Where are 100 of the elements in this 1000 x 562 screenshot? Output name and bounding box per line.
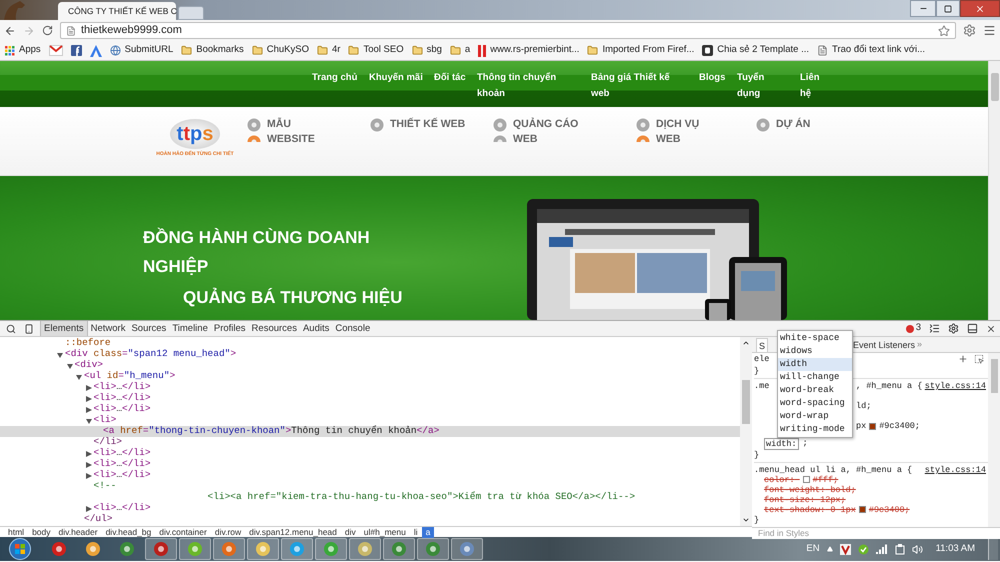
nav-link[interactable]: Blogs <box>699 70 737 86</box>
color-swatch[interactable] <box>802 476 810 484</box>
breadcrumb-item[interactable]: body <box>28 526 54 538</box>
breadcrumb-item[interactable]: a <box>422 526 434 538</box>
dom-node[interactable]: </ul> <box>0 514 740 525</box>
add-rule-icon[interactable] <box>958 354 968 364</box>
nav-link[interactable]: Khuyến mãi <box>369 70 434 86</box>
breadcrumb-item[interactable]: div.container <box>155 526 211 538</box>
envelope-icon[interactable] <box>48 45 63 56</box>
devtools-tab[interactable]: Sources <box>128 321 170 336</box>
dom-node[interactable]: <li>…</li> <box>0 459 740 470</box>
source-link[interactable]: style.css:14 <box>924 381 986 391</box>
bookmark-item[interactable]: Bookmarks <box>181 43 244 58</box>
device-mode-icon[interactable] <box>24 324 34 334</box>
nav-link[interactable]: Tuyển dụng <box>737 70 775 102</box>
taskbar-button[interactable] <box>417 538 449 560</box>
browser-tab[interactable]: CÔNG TY THIẾT KẾ WEB C <box>58 2 176 20</box>
volume-icon[interactable] <box>912 544 923 554</box>
element-state-icon[interactable] <box>974 354 984 364</box>
collapsed-arrow-icon[interactable] <box>86 384 92 390</box>
collapsed-arrow-icon[interactable] <box>86 450 92 456</box>
console-drawer-icon[interactable] <box>929 323 940 334</box>
inspect-search-icon[interactable] <box>6 324 16 334</box>
check-shield-icon[interactable] <box>858 544 869 554</box>
nav-link[interactable]: Trang chủ <box>312 70 369 86</box>
taskbar-button[interactable] <box>179 538 211 560</box>
breadcrumb-item[interactable]: li <box>410 526 422 538</box>
taskbar-button[interactable] <box>247 538 279 560</box>
dom-node[interactable]: </li> <box>0 437 740 448</box>
property-declaration[interactable]: text-shadow: 0 1px #9c3400; <box>764 505 910 515</box>
maximize-button[interactable] <box>936 0 960 17</box>
taskbar-button[interactable] <box>383 538 415 560</box>
scrollbar-thumb[interactable] <box>742 380 750 424</box>
property-declaration[interactable]: color: #fff; <box>764 475 838 485</box>
shield-app-icon[interactable] <box>840 544 851 554</box>
color-swatch[interactable] <box>869 422 876 430</box>
bookmark-item[interactable]: www.rs-premierbint... <box>478 43 580 58</box>
menu-link[interactable]: MẪU WEBSITE <box>267 117 319 147</box>
facebook-icon[interactable] <box>70 45 82 56</box>
menu-icon[interactable] <box>983 24 996 37</box>
bookmark-item[interactable]: Chia sẻ 2 Template ... <box>702 43 810 58</box>
scrollbar-thumb[interactable] <box>990 73 998 101</box>
breadcrumb-item[interactable]: html <box>4 526 28 538</box>
taskbar-button[interactable] <box>349 538 381 560</box>
back-icon[interactable] <box>4 24 16 36</box>
collapsed-arrow-icon[interactable] <box>86 472 92 478</box>
breadcrumb-item[interactable]: div.header <box>54 526 102 538</box>
dom-node[interactable]: <li> <box>0 415 740 426</box>
dom-node[interactable]: <li>…</li> <box>0 382 740 393</box>
find-in-styles-field[interactable]: Find in Styles <box>752 527 1000 539</box>
collapsed-arrow-icon[interactable] <box>86 462 92 468</box>
address-bar[interactable]: thietkeweb9999.com <box>60 22 956 39</box>
scrollbar-thumb[interactable] <box>990 359 998 393</box>
bookmark-item[interactable]: ChuKySO <box>252 43 309 58</box>
dom-node[interactable]: <div> <box>0 360 740 371</box>
elements-scrollbar[interactable] <box>740 337 752 526</box>
bookmark-item[interactable]: Apps <box>5 43 41 58</box>
bookmark-item[interactable]: sbg <box>412 43 442 58</box>
devtools-tab[interactable]: Console <box>332 321 374 336</box>
autocomplete-option[interactable]: will-change <box>778 371 852 384</box>
expanded-arrow-icon[interactable] <box>86 418 92 424</box>
autocomplete-option[interactable]: widows <box>778 345 852 358</box>
dom-node[interactable]: <!-- <box>0 481 740 492</box>
settings-icon[interactable] <box>948 323 959 334</box>
menu-link[interactable]: DỰ ÁN <box>776 117 836 132</box>
dom-node[interactable]: <li><a href="kiem-tra-thu-hang-tu-khoa-seo">Kiểm tra từ khóa SEO</a></li--> <box>0 492 740 503</box>
collapsed-arrow-icon[interactable] <box>86 506 92 512</box>
dom-node[interactable]: <li>…</li> <box>0 470 740 481</box>
autocomplete-option[interactable]: word-wrap <box>778 410 852 423</box>
logo-badge[interactable]: ttps <box>170 119 220 149</box>
nav-link[interactable]: Đối tác <box>434 70 477 86</box>
close-window-button[interactable] <box>960 0 1000 17</box>
error-counter[interactable]: 3 <box>906 321 921 336</box>
autocomplete-option[interactable]: word-spacing <box>778 397 852 410</box>
dom-node[interactable]: <div class="span12 menu_head"> <box>0 349 740 360</box>
color-swatch[interactable] <box>858 506 866 514</box>
devtools-tab[interactable]: Profiles <box>210 321 249 336</box>
styles-scrollbar[interactable] <box>988 353 1000 527</box>
property-declaration[interactable]: font-size: 12px; <box>764 495 846 505</box>
bookmark-item[interactable]: SubmitURL <box>110 43 174 58</box>
bookmark-item[interactable]: Imported From Firef... <box>587 43 694 58</box>
devtools-tab[interactable]: Elements <box>40 321 88 336</box>
breadcrumb-item[interactable]: div <box>340 526 360 538</box>
clock[interactable]: 11:03 AM <box>936 542 975 556</box>
collapsed-arrow-icon[interactable] <box>86 396 92 402</box>
bookmark-item[interactable]: Trao đổi text link với... <box>817 43 926 58</box>
bookmark-item[interactable]: Tool SEO <box>348 43 404 58</box>
devtools-tab[interactable]: Audits <box>300 321 332 336</box>
autocomplete-option[interactable]: width <box>778 358 852 371</box>
scroll-up-icon[interactable] <box>742 339 750 347</box>
styles-tab[interactable]: S <box>756 338 768 352</box>
scroll-down-icon[interactable] <box>742 516 750 524</box>
bookmark-item[interactable]: 4r <box>317 43 340 58</box>
dom-node[interactable]: <li>…</li> <box>0 503 740 514</box>
show-desktop-button[interactable] <box>988 538 998 560</box>
autocomplete-option[interactable]: white-space <box>778 332 852 345</box>
autocomplete-option[interactable]: writing-mode <box>778 423 852 436</box>
dom-node[interactable]: <li>…</li> <box>0 393 740 404</box>
source-link[interactable]: style.css:14 <box>924 465 986 475</box>
property-name-editor[interactable]: width: <box>764 438 799 450</box>
